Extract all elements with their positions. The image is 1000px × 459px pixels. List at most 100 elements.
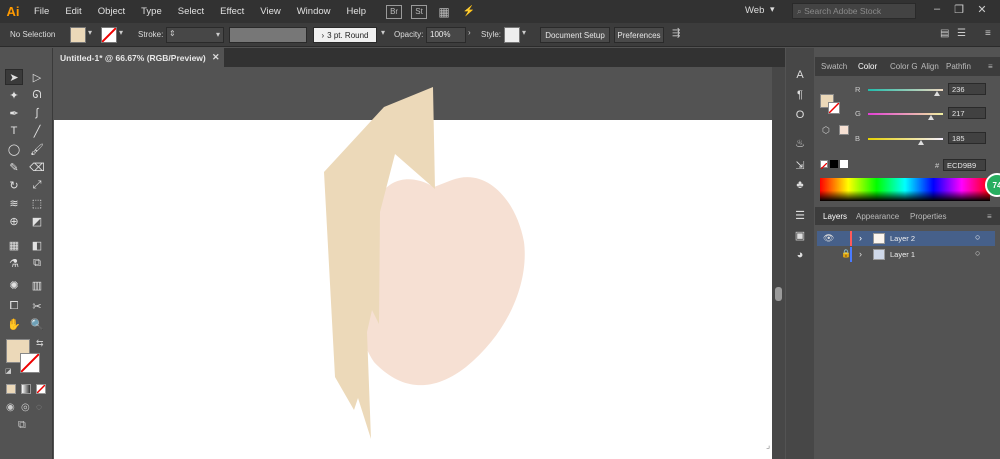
- perspective-tool-icon[interactable]: ◩: [28, 213, 46, 229]
- selection-tool-icon[interactable]: ➤: [5, 69, 23, 85]
- canvas[interactable]: ⌟: [54, 67, 772, 459]
- tab-appearance[interactable]: Appearance: [856, 212, 899, 221]
- white-chip[interactable]: [840, 160, 848, 168]
- opentype-icon[interactable]: O: [792, 108, 808, 122]
- none-color-chip[interactable]: [820, 160, 828, 170]
- variable-width-profile[interactable]: [229, 27, 307, 43]
- hex-input[interactable]: ECD9B9: [943, 159, 986, 171]
- eraser-tool-icon[interactable]: ⌫: [28, 159, 46, 175]
- menu-type[interactable]: Type: [133, 6, 170, 17]
- type-tool-icon[interactable]: T: [5, 123, 23, 139]
- gamut-swatch[interactable]: [839, 125, 849, 135]
- color-mode-icon[interactable]: [6, 384, 16, 394]
- scale-tool-icon[interactable]: ⤢: [28, 177, 46, 193]
- eye-icon[interactable]: 👁: [823, 233, 834, 244]
- g-input[interactable]: 217: [948, 107, 986, 119]
- menu-select[interactable]: Select: [170, 6, 212, 17]
- transparency-icon[interactable]: ◕: [792, 248, 808, 262]
- out-of-gamut-icon[interactable]: ⬡: [822, 125, 830, 136]
- paragraph-icon[interactable]: ¶: [792, 88, 808, 102]
- line-tool-icon[interactable]: ╱: [28, 123, 46, 139]
- align-icon[interactable]: ▤: [940, 28, 949, 39]
- arrange-icon[interactable]: ⇶: [672, 28, 680, 39]
- draw-inside-icon[interactable]: ◌: [36, 402, 42, 413]
- zoom-tool-icon[interactable]: 🔍: [28, 316, 46, 332]
- direct-selection-tool-icon[interactable]: ▷: [28, 69, 46, 85]
- ellipse-tool-icon[interactable]: ◯: [5, 141, 23, 157]
- paintbrush-tool-icon[interactable]: 🖌: [28, 141, 46, 157]
- pen-tool-icon[interactable]: ✒: [5, 105, 23, 121]
- close-icon[interactable]: ✕: [975, 3, 989, 19]
- layer-row[interactable]: 👁 › Layer 2 ○: [817, 231, 995, 246]
- none-mode-icon[interactable]: [36, 384, 46, 394]
- mesh-tool-icon[interactable]: ▦: [5, 237, 23, 253]
- stroke-swatch[interactable]: [101, 27, 117, 43]
- stock-icon[interactable]: St: [411, 4, 428, 19]
- r-slider-knob[interactable]: [934, 91, 940, 96]
- bridge-icon[interactable]: Br: [386, 4, 403, 19]
- stroke-icon[interactable]: ☰: [792, 208, 808, 222]
- curvature-tool-icon[interactable]: ∫: [28, 105, 46, 121]
- brush-definition[interactable]: › 3 pt. Round: [313, 27, 377, 43]
- stroke-color-box[interactable]: [20, 353, 40, 373]
- stroke-weight-field[interactable]: ⇕ ▾: [166, 27, 224, 43]
- tab-pathfinder[interactable]: Pathfin: [946, 62, 971, 71]
- stepper-icon[interactable]: ⇕: [169, 29, 176, 38]
- menu-window[interactable]: Window: [289, 6, 339, 17]
- panel-toggle-icon[interactable]: ☰: [957, 28, 966, 39]
- gradient-mode-icon[interactable]: [21, 384, 31, 394]
- black-chip[interactable]: [830, 160, 838, 168]
- eyedropper-tool-icon[interactable]: ⚗: [5, 255, 23, 271]
- b-slider[interactable]: [868, 138, 943, 140]
- symbol-sprayer-tool-icon[interactable]: ✺: [5, 277, 23, 293]
- chevron-down-icon[interactable]: ▾: [216, 30, 220, 39]
- menu-file[interactable]: File: [26, 6, 57, 17]
- menu-edit[interactable]: Edit: [57, 6, 89, 17]
- menu-view[interactable]: View: [252, 6, 288, 17]
- character-icon[interactable]: A: [792, 68, 808, 82]
- r-slider[interactable]: [868, 89, 943, 91]
- panel-menu-icon[interactable]: ≡: [988, 62, 993, 71]
- g-slider-knob[interactable]: [928, 115, 934, 120]
- tab-color-guide[interactable]: Color G: [890, 62, 918, 71]
- panel-menu-icon[interactable]: ≡: [985, 28, 991, 39]
- target-circle-icon[interactable]: ○: [975, 248, 980, 258]
- preferences-button[interactable]: Preferences: [614, 27, 664, 43]
- draw-behind-icon[interactable]: ◎: [21, 402, 30, 413]
- tab-align[interactable]: Align: [921, 62, 939, 71]
- stroke-chevron-icon[interactable]: ▾: [119, 28, 123, 37]
- expand-chevron-icon[interactable]: ›: [859, 233, 862, 243]
- chevron-down-icon[interactable]: ▾: [770, 4, 775, 15]
- magic-wand-tool-icon[interactable]: ✦: [5, 87, 23, 103]
- menu-object[interactable]: Object: [90, 6, 133, 17]
- panel-stroke-box[interactable]: [828, 102, 840, 114]
- expand-chevron-icon[interactable]: ›: [859, 249, 862, 259]
- menu-help[interactable]: Help: [339, 6, 375, 17]
- slice-tool-icon[interactable]: ✂: [28, 298, 46, 314]
- restore-icon[interactable]: ❐: [952, 3, 966, 19]
- gradient-tool-icon[interactable]: ◧: [28, 237, 46, 253]
- shaper-tool-icon[interactable]: ✎: [5, 159, 23, 175]
- tab-properties[interactable]: Properties: [910, 212, 946, 221]
- gradient-icon[interactable]: ▣: [792, 228, 808, 242]
- swap-fill-stroke-icon[interactable]: ⇆: [36, 338, 44, 349]
- scrollbar-thumb[interactable]: [775, 287, 782, 301]
- warp-tool-icon[interactable]: ≋: [5, 195, 23, 211]
- document-setup-button[interactable]: Document Setup: [540, 27, 610, 43]
- opacity-field[interactable]: 100%: [426, 27, 466, 43]
- arrange-documents-icon[interactable]: ▦: [436, 5, 452, 19]
- export-icon[interactable]: ⇲: [792, 158, 808, 172]
- panel-menu-icon[interactable]: ≡: [987, 212, 992, 221]
- blend-tool-icon[interactable]: ⧉: [28, 255, 46, 271]
- gpu-performance-icon[interactable]: ⚡: [461, 5, 477, 19]
- layer-row[interactable]: 🔒 › Layer 1 ○: [817, 247, 995, 262]
- tab-color[interactable]: Color: [858, 62, 877, 71]
- menu-effect[interactable]: Effect: [212, 6, 252, 17]
- column-graph-tool-icon[interactable]: ▥: [28, 277, 46, 293]
- brushes-icon[interactable]: ♨: [792, 136, 808, 150]
- target-circle-icon[interactable]: ○: [975, 232, 980, 242]
- lasso-tool-icon[interactable]: ᘏ: [28, 87, 46, 103]
- symbols-icon[interactable]: ♣: [792, 178, 808, 192]
- fill-swatch[interactable]: [70, 27, 86, 43]
- hand-tool-icon[interactable]: ✋: [5, 316, 23, 332]
